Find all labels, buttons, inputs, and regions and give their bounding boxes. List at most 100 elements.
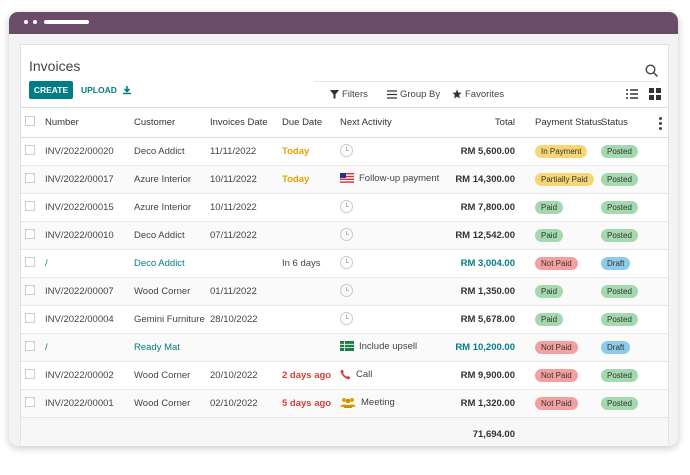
- row-checkbox[interactable]: [21, 389, 41, 418]
- table-row[interactable]: INV/2022/00007 Wood Corner 01/11/2022 RM 1,…: [21, 277, 668, 306]
- invoices-panel: Invoices CREATE UPLOAD Filters Group By …: [20, 44, 669, 446]
- invoice-number: INV/2022/00015: [41, 193, 130, 222]
- next-activity[interactable]: [336, 137, 440, 166]
- list-view-icon[interactable]: [625, 87, 639, 101]
- column-customer[interactable]: Customer: [130, 107, 206, 138]
- payment-status-cell: Not Paid: [519, 389, 597, 418]
- next-activity[interactable]: [336, 277, 440, 306]
- row-checkbox[interactable]: [21, 249, 41, 278]
- invoice-total: RM 5,678.00: [440, 305, 519, 334]
- due-date: Today: [278, 165, 336, 194]
- activity-label: Follow-up payment: [359, 172, 440, 184]
- customer-name: Gemini Furniture: [130, 305, 206, 334]
- favorites-label: Favorites: [465, 88, 505, 100]
- filters-label: Filters: [342, 88, 368, 100]
- people-icon[interactable]: [340, 397, 356, 408]
- invoice-date: 10/11/2022: [206, 165, 278, 194]
- table-row[interactable]: / Ready Mat Include upsell RM 10,200.00 Not …: [21, 333, 668, 362]
- row-checkbox[interactable]: [21, 305, 41, 334]
- row-checkbox[interactable]: [21, 277, 41, 306]
- invoice-total: RM 7,800.00: [440, 193, 519, 222]
- table-row[interactable]: / Deco Addict In 6 days RM 3,004.00 Not Paid…: [21, 249, 668, 278]
- invoice-number: INV/2022/00004: [41, 305, 130, 334]
- customer-name: Deco Addict: [130, 249, 206, 278]
- table-row[interactable]: INV/2022/00015 Azure Interior 10/11/2022 RM…: [21, 193, 668, 222]
- invoice-total: RM 10,200.00: [440, 333, 519, 362]
- invoice-total: RM 1,350.00: [440, 277, 519, 306]
- invoices-table: Number Customer Invoices Date Due Date N…: [21, 107, 668, 446]
- table-row[interactable]: INV/2022/00020 Deco Addict 11/11/2022 Today…: [21, 137, 668, 166]
- payment-status-cell: In Payment: [519, 137, 597, 166]
- next-activity[interactable]: [336, 193, 440, 222]
- row-checkbox[interactable]: [21, 137, 41, 166]
- filters-button[interactable]: Filters: [330, 87, 368, 101]
- clock-icon[interactable]: [340, 227, 353, 241]
- clock-icon[interactable]: [340, 143, 353, 157]
- flag-icon[interactable]: [340, 173, 354, 184]
- payment-status-badge: Not Paid: [535, 369, 578, 382]
- select-all-checkbox[interactable]: [21, 107, 41, 138]
- payment-status-badge: Paid: [535, 229, 564, 242]
- filter-icon: [330, 89, 339, 98]
- column-payment-status[interactable]: Payment Status: [519, 107, 602, 138]
- next-activity[interactable]: Include upsell: [336, 333, 440, 362]
- create-button[interactable]: CREATE: [29, 81, 73, 99]
- groupby-button[interactable]: Group By: [387, 87, 440, 101]
- column-options-icon[interactable]: [659, 117, 663, 132]
- status-badge: Posted: [601, 145, 638, 158]
- table-row[interactable]: INV/2022/00002 Wood Corner 20/10/2022 2 day…: [21, 361, 668, 390]
- grand-total: 71,694.00: [440, 417, 519, 446]
- invoice-number: INV/2022/00017: [41, 165, 130, 194]
- clock-icon[interactable]: [340, 199, 353, 213]
- toolbar-divider: [314, 81, 660, 82]
- next-activity[interactable]: [336, 249, 440, 278]
- spreadsheet-icon[interactable]: [340, 341, 354, 352]
- row-checkbox[interactable]: [21, 221, 41, 250]
- search-icon[interactable]: [644, 63, 660, 79]
- invoice-total: RM 14,300.00: [440, 165, 519, 194]
- due-date: Today: [278, 137, 336, 166]
- row-checkbox[interactable]: [21, 193, 41, 222]
- window-titlebar: [9, 12, 678, 34]
- invoice-number: /: [41, 249, 130, 278]
- table-row[interactable]: INV/2022/00004 Gemini Furniture 28/10/2022…: [21, 305, 668, 334]
- column-total[interactable]: Total: [440, 107, 519, 138]
- customer-name: Ready Mat: [130, 333, 206, 362]
- next-activity[interactable]: [336, 305, 440, 334]
- row-checkbox[interactable]: [21, 333, 41, 362]
- column-status[interactable]: Status: [597, 107, 668, 138]
- row-checkbox[interactable]: [21, 361, 41, 390]
- invoice-date: 20/10/2022: [206, 361, 278, 390]
- table-row[interactable]: INV/2022/00017 Azure Interior 10/11/2022 To…: [21, 165, 668, 194]
- row-checkbox[interactable]: [21, 165, 41, 194]
- next-activity[interactable]: Call: [336, 361, 440, 390]
- kanban-view-icon[interactable]: [648, 87, 662, 101]
- clock-icon[interactable]: [340, 311, 353, 325]
- clock-icon[interactable]: [340, 255, 353, 269]
- phone-icon[interactable]: [340, 369, 351, 380]
- payment-status-badge: Paid: [535, 201, 564, 214]
- clock-icon[interactable]: [340, 283, 353, 297]
- payment-status-cell: Not Paid: [519, 361, 597, 390]
- status-badge: Draft: [601, 341, 631, 354]
- favorites-button[interactable]: Favorites: [452, 87, 504, 101]
- payment-status-cell: Paid: [519, 193, 597, 222]
- star-icon: [452, 89, 462, 99]
- status-badge: Posted: [601, 313, 638, 326]
- table-row[interactable]: INV/2022/00001 Wood Corner 02/10/2022 5 day…: [21, 389, 668, 418]
- invoice-date: 10/11/2022: [206, 193, 278, 222]
- activity-label: Meeting: [361, 396, 395, 408]
- table-row[interactable]: INV/2022/00010 Deco Addict 07/11/2022 RM 12…: [21, 221, 668, 250]
- payment-status-badge: Not Paid: [535, 341, 578, 354]
- column-due-date[interactable]: Due Date: [278, 107, 336, 138]
- column-next-activity[interactable]: Next Activity: [336, 107, 440, 138]
- next-activity[interactable]: Meeting: [336, 389, 440, 418]
- column-number[interactable]: Number: [41, 107, 130, 138]
- next-activity[interactable]: Follow-up payment: [336, 165, 440, 194]
- next-activity[interactable]: [336, 221, 440, 250]
- customer-name: Wood Corner: [130, 277, 206, 306]
- status-badge: Posted: [601, 369, 638, 382]
- upload-button[interactable]: UPLOAD: [81, 81, 132, 99]
- column-invoice-date[interactable]: Invoices Date: [206, 107, 278, 138]
- address-bar: [44, 20, 89, 24]
